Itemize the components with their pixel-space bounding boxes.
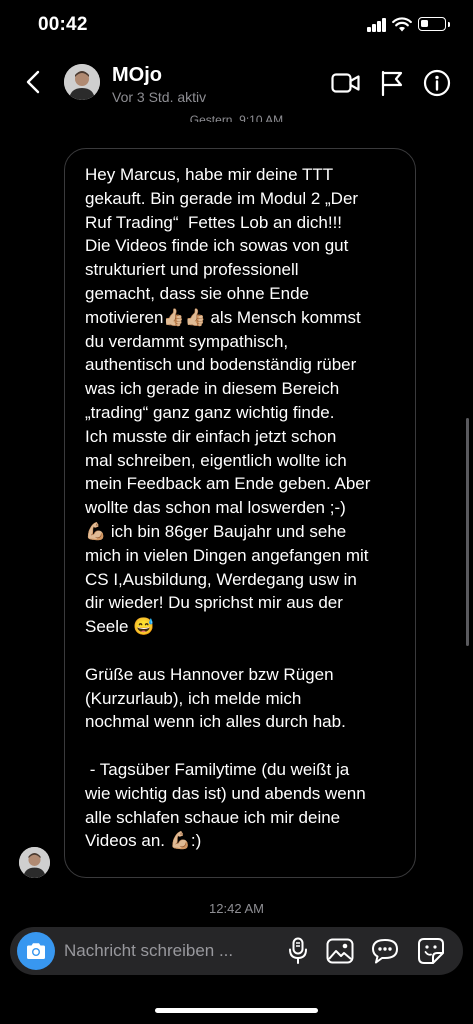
gallery-button[interactable]	[325, 936, 355, 966]
chat-header: MOjo Vor 3 Std. aktiv	[0, 52, 473, 114]
scroll-indicator[interactable]	[466, 418, 469, 646]
home-indicator	[155, 1008, 318, 1013]
flag-icon	[381, 70, 403, 96]
camera-icon	[27, 943, 45, 959]
back-button[interactable]	[18, 64, 48, 100]
message-composer	[10, 927, 463, 975]
voice-message-button[interactable]	[283, 936, 313, 966]
message-timestamp: 12:42 AM	[209, 901, 264, 916]
wifi-icon	[392, 16, 412, 32]
quick-reply-button[interactable]	[370, 936, 400, 966]
chat-bubble-icon	[372, 939, 398, 964]
microphone-icon	[289, 937, 307, 964]
message-input[interactable]	[64, 937, 274, 965]
contact-avatar[interactable]	[64, 64, 100, 100]
camera-button[interactable]	[17, 932, 55, 970]
cellular-signal-icon	[367, 18, 387, 32]
sticker-button[interactable]	[416, 936, 446, 966]
sticker-icon	[418, 938, 444, 964]
battery-icon	[418, 17, 450, 31]
info-button[interactable]	[421, 68, 453, 98]
video-call-button[interactable]	[330, 68, 362, 98]
dm-screen: 00:42 MOjo Vor 3 Std. aktiv Gestern, 9:1…	[0, 0, 473, 1024]
info-icon	[423, 69, 451, 97]
video-call-icon	[331, 73, 360, 93]
gallery-icon	[326, 938, 354, 964]
date-divider: Gestern, 9:10 AM	[189, 113, 284, 122]
message-bubble[interactable]: Hey Marcus, habe mir deine TTT gekauft. …	[64, 148, 416, 878]
message-text: Hey Marcus, habe mir deine TTT gekauft. …	[85, 165, 371, 851]
back-arrow-icon	[26, 70, 40, 94]
status-bar: 00:42	[0, 0, 473, 52]
contact-name[interactable]: MOjo	[112, 64, 162, 87]
status-time: 00:42	[38, 14, 88, 35]
sender-avatar[interactable]	[19, 847, 50, 878]
contact-activity-status: Vor 3 Std. aktiv	[112, 89, 207, 105]
report-flag-button[interactable]	[376, 68, 408, 98]
